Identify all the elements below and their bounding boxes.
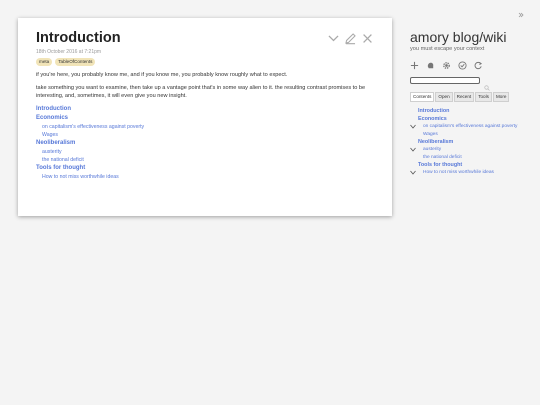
site-subtitle: you must escape your context [410,46,485,52]
sidebar-toc-link[interactable]: on capitalism's effectiveness against po… [418,123,538,131]
edit-pencil-icon[interactable] [344,32,357,45]
tag-meta[interactable]: meta [36,58,53,66]
sidebar-toc-link[interactable]: austerity [418,146,538,154]
paragraph: if you're here, you probably know me, an… [36,72,288,78]
sidebar-toc-item: Introduction [418,107,538,115]
hand-icon[interactable] [426,61,435,70]
toc-link[interactable]: austerity [36,148,374,156]
sidebar-toc-link-neoliberalism[interactable]: Neoliberalism [418,138,538,146]
story-subtitle: 18th October 2016 at 7:21pm [36,49,102,55]
refresh-icon[interactable] [474,61,483,70]
tab-open[interactable]: Open [435,92,453,102]
tab-contents[interactable]: Contents [410,92,435,102]
check-circle-icon[interactable] [458,61,467,70]
paragraph: take something you want to examine, then… [36,84,366,99]
toc-link-introduction[interactable]: Introduction [36,105,374,114]
story-title: Introduction [36,30,121,46]
sidebar-toc-link-economics[interactable]: Economics [418,115,538,123]
tab-recent[interactable]: Recent [453,92,475,102]
chevron-down-icon[interactable] [327,32,340,45]
search-icon[interactable] [484,78,490,91]
search-input[interactable] [410,77,480,84]
toc-link-tools-for-thought[interactable]: Tools for thought [36,164,374,173]
collapse-sidebar-icon[interactable] [518,6,524,18]
sidebar-toc-link[interactable]: How to not miss worthwhile ideas [418,169,538,177]
table-of-contents: Introduction Economics on capitalism's e… [36,105,374,181]
close-icon[interactable] [361,32,374,45]
sidebar-toc-link-introduction[interactable]: Introduction [418,107,538,115]
sidebar-toc-link[interactable]: the national deficit [418,154,538,162]
site-title: amory blog/wiki [410,29,507,45]
sidebar-toc-item: Neoliberalism [410,138,538,152]
toc-link[interactable]: on capitalism's effectiveness against po… [36,123,374,131]
toc-link-neoliberalism[interactable]: Neoliberalism [36,139,374,148]
plus-icon[interactable] [410,61,419,70]
sidebar-tabs: Contents Open Recent Tools More [410,92,538,102]
sidebar-toc-link[interactable]: Wages [418,131,538,139]
toc-link[interactable]: How to not miss worthwhile ideas [36,173,374,181]
tab-more[interactable]: More [492,92,510,102]
search-row [410,77,538,91]
sidebar-toc: Introduction Economics on capitalism's e… [410,107,538,177]
toc-link-economics[interactable]: Economics [36,114,374,123]
gear-icon[interactable] [442,61,451,70]
story-tiddler: Introduction 18th October 2016 at 7:21pm… [18,18,392,216]
toc-link[interactable]: Wages [36,131,374,139]
tab-tools[interactable]: Tools [475,92,492,102]
sidebar-toc-item: Tools for thought [410,161,538,175]
chevron-down-icon[interactable] [410,139,416,152]
story-toolbar [327,32,374,45]
chevron-down-icon[interactable] [410,116,416,129]
page-controls [410,61,538,70]
story-body: if you're here, you probably know me, an… [36,72,374,100]
chevron-down-icon[interactable] [410,162,416,175]
tag-list: meta TableOfContents [36,58,374,66]
sidebar: amory blog/wiki you must escape your con… [410,28,538,177]
tag-tableofcontents[interactable]: TableOfContents [55,58,96,66]
sidebar-toc-item: Economics [410,115,538,129]
sidebar-toc-link-tools-for-thought[interactable]: Tools for thought [418,161,538,169]
toc-link[interactable]: the national deficit [36,156,374,164]
